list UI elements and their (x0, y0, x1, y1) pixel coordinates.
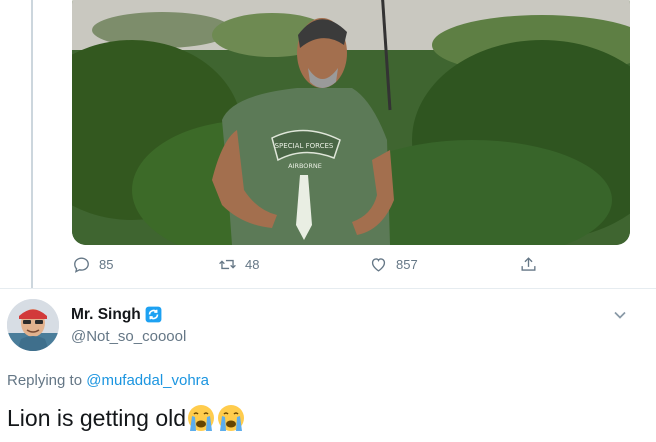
user-handle[interactable]: @Not_so_cooool (71, 328, 186, 345)
replying-to-line: Replying to @mufaddal_vohra (7, 372, 209, 389)
share-icon (521, 257, 536, 271)
tweet-action-bar: 85 48 857 (72, 255, 552, 279)
tweet-media-video[interactable]: SPECIAL FORCES AIRBORNE (72, 0, 630, 245)
display-name-row[interactable]: Mr. Singh (71, 305, 163, 324)
reply-icon (74, 257, 89, 273)
reply-tweet[interactable]: Mr. Singh @Not_so_cooool Replying to @mu… (0, 289, 656, 442)
tweet-text: Lion is getting old (7, 403, 246, 433)
video-frame-image: SPECIAL FORCES AIRBORNE (72, 0, 630, 245)
replying-to-mention-link[interactable]: @mufaddal_vohra (86, 372, 209, 389)
like-button[interactable]: 857 (369, 255, 418, 274)
retweet-button[interactable]: 48 (218, 255, 259, 274)
avatar-image (7, 299, 59, 351)
replying-to-label: Replying to (7, 372, 83, 389)
share-button[interactable] (519, 255, 538, 274)
retweet-count: 48 (245, 257, 260, 272)
tweet-text-content: Lion is getting old (7, 404, 187, 431)
heart-icon (371, 258, 386, 272)
reply-count: 85 (99, 257, 114, 272)
retweet-icon (219, 259, 236, 270)
shirt-text-line2: AIRBORNE (288, 162, 322, 170)
crying-face-emoji-icon (188, 405, 215, 431)
shirt-text-line1: SPECIAL FORCES (275, 142, 334, 150)
like-count: 857 (396, 257, 418, 272)
crying-face-emoji-icon (218, 405, 245, 431)
reply-button[interactable]: 85 (72, 255, 113, 274)
display-name[interactable]: Mr. Singh (71, 306, 141, 324)
avatar[interactable] (7, 299, 59, 351)
chevron-down-icon[interactable] (612, 307, 628, 323)
thread-connector-line (31, 0, 33, 288)
custom-badge-icon (145, 306, 162, 323)
